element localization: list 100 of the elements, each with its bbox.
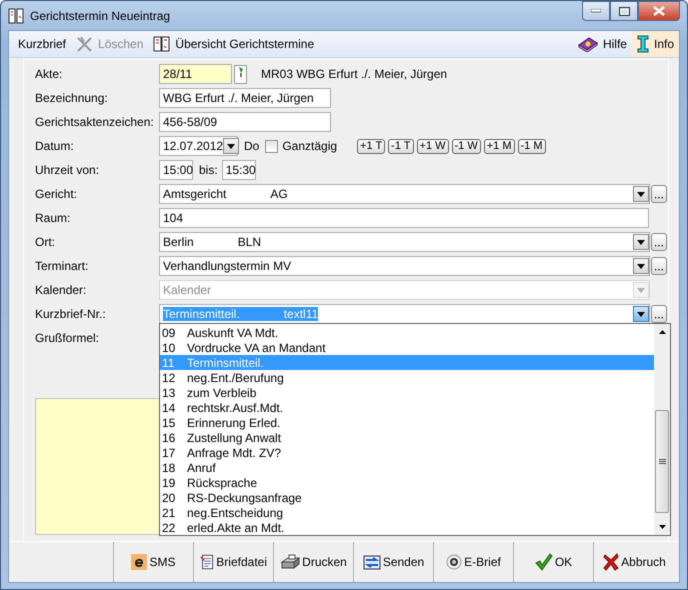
action-button[interactable]: SMS (113, 542, 193, 582)
field-value: Amtsgericht AG (163, 187, 288, 201)
list-item[interactable]: 15 Erinnerung Erled. (160, 415, 654, 430)
field-value: Berlin BLN (163, 235, 262, 249)
toolbar-button[interactable]: Info (632, 31, 679, 57)
file-field[interactable]: 28/11 (159, 64, 232, 84)
action-button[interactable]: Drucken (273, 542, 353, 582)
calendar-book-icon (8, 8, 24, 24)
ellipsis-icon (655, 195, 663, 199)
checkbox[interactable] (265, 140, 278, 152)
file-description: MR03 WBG Erfurt ./. Meier, Jürgen (261, 67, 448, 81)
caret-icon (637, 240, 645, 244)
date-shift-button[interactable]: -1 M (518, 138, 546, 154)
field-label: Uhrzeit von: (35, 163, 100, 177)
field-value: Verhandlungstermin MV (163, 259, 292, 273)
delete-icon (76, 36, 94, 52)
dropdown-button[interactable] (223, 138, 240, 154)
time-field[interactable]: 15:00 (159, 160, 193, 180)
field-label: Ort: (35, 235, 56, 249)
dropdown-button[interactable] (633, 306, 649, 322)
minimize-button[interactable] (582, 1, 610, 21)
close-icon (653, 6, 665, 16)
field-label: Bezeichnung: (35, 91, 109, 105)
field-label: Gericht: (35, 187, 78, 201)
caret-icon (227, 144, 236, 148)
maximize-icon (618, 6, 630, 16)
field-label: Datum: (35, 139, 75, 153)
dropdown-button[interactable] (633, 186, 649, 202)
field-label: bis: (199, 163, 218, 177)
field-label: Terminart: (35, 259, 90, 273)
list-item[interactable]: 20 RS-Deckungsanfrage (160, 490, 654, 505)
action-button[interactable]: Abbruch (593, 542, 675, 582)
date-shift-button[interactable]: +1 T (357, 138, 386, 154)
field-label: Raum: (35, 211, 72, 225)
action-button[interactable]: E-Brief (433, 542, 513, 582)
list-item[interactable]: 14 rechtskr.Ausf.Mdt. (160, 400, 654, 415)
sms-icon (131, 554, 148, 570)
ellipsis-icon (655, 243, 663, 247)
checkmark-icon (534, 553, 553, 571)
weekday: Do (244, 139, 260, 153)
combo-box[interactable]: Berlin BLN (159, 232, 650, 252)
list-item[interactable]: 18 Anruf (160, 460, 654, 475)
action-button[interactable]: Briefdatei (193, 542, 273, 582)
pin-icon (238, 66, 244, 78)
toolbar-button[interactable]: Übersicht Gerichtstermine (148, 31, 320, 57)
field-value: Terminsmitteil. textl11 (163, 307, 318, 321)
text-field[interactable]: 456-58/09 (159, 112, 331, 132)
action-button[interactable]: OK (513, 542, 593, 582)
date-shift-button[interactable]: -1 T (388, 138, 414, 154)
minimize-icon (591, 9, 601, 13)
list-item[interactable]: 12 neg.Ent./Berufung (160, 370, 654, 385)
toolbar-button[interactable]: Hilfe (572, 31, 632, 57)
info-icon (636, 35, 649, 53)
list-item[interactable]: 13 zum Verbleib (160, 385, 654, 400)
caret-icon (637, 264, 645, 268)
checkbox-label: Ganztägig (282, 139, 338, 153)
date-shift-button[interactable]: +1 W (416, 138, 449, 154)
caret-icon (637, 288, 645, 292)
field-label: Grußformel: (35, 331, 100, 345)
text-field[interactable]: WBG Erfurt ./. Meier, Jürgen (159, 88, 331, 108)
close-button[interactable] (638, 1, 680, 21)
scroll-down-icon (658, 525, 666, 529)
grip-icon (658, 458, 666, 464)
combo-box[interactable]: Amtsgericht AG (159, 184, 650, 204)
send-icon (362, 554, 381, 570)
text-field[interactable]: 104 (159, 208, 649, 228)
dropdown-button[interactable] (633, 258, 649, 274)
field-label: Kurzbrief-Nr.: (35, 307, 107, 321)
field-label: Gerichtsaktenzeichen: (35, 115, 155, 129)
list-item[interactable]: 22 erled.Akte an Mdt. (160, 520, 654, 535)
time-field[interactable]: 15:30 (222, 160, 256, 180)
dropdown-button[interactable] (633, 234, 649, 250)
pin-button[interactable] (234, 64, 247, 84)
date-field[interactable]: 12.07.2012 (159, 136, 238, 156)
list-item[interactable]: 17 Anfrage Mdt. ZV? (160, 445, 654, 460)
document-icon (200, 553, 214, 571)
caret-icon (637, 192, 645, 196)
list-item[interactable]: 19 Rücksprache (160, 475, 654, 490)
field-value: Kalender (163, 283, 212, 297)
action-button[interactable]: Senden (353, 542, 433, 582)
date-shift-button[interactable]: -1 W (452, 138, 481, 154)
list-item[interactable]: 09 Auskunft VA Mdt. (160, 325, 654, 340)
list-item[interactable]: 10 Vordrucke VA an Mandant (160, 340, 654, 355)
list-item[interactable]: 16 Zustellung Anwalt (160, 430, 654, 445)
field-label: Akte: (35, 67, 64, 81)
cross-icon (603, 553, 620, 571)
combo-box[interactable]: Verhandlungstermin MV (159, 256, 650, 276)
ellipsis-icon (655, 267, 663, 271)
date-shift-button[interactable]: +1 M (484, 138, 515, 154)
scrollbar[interactable] (654, 324, 670, 535)
caret-icon (637, 312, 645, 316)
list-item[interactable]: 21 neg.Entscheidung (160, 505, 654, 520)
scroll-up-icon (658, 330, 666, 334)
maximize-button[interactable] (610, 1, 638, 21)
book-icon (153, 36, 170, 52)
window-title: Gerichtstermin Neueintrag (30, 8, 170, 22)
help-book-icon (578, 36, 598, 52)
field-label: Kalender: (35, 283, 88, 297)
ellipsis-icon (655, 315, 663, 319)
toolbar-button[interactable]: Kurzbrief (13, 31, 72, 57)
